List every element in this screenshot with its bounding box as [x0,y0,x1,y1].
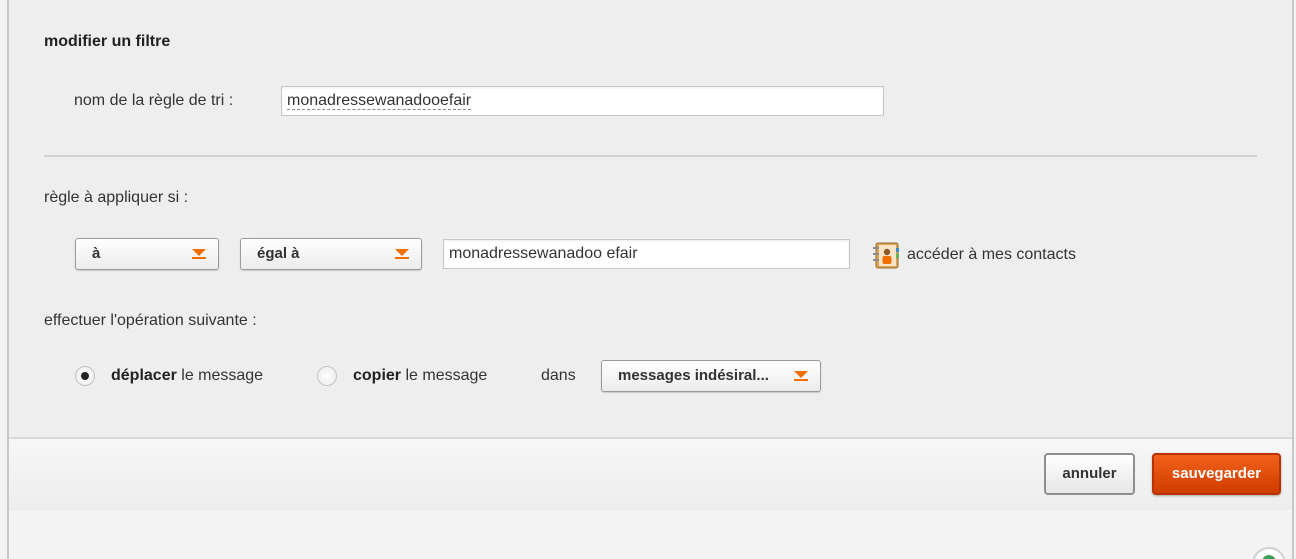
copy-option-text: le message [401,367,488,384]
rule-name-label: nom de la règle de tri : [74,92,234,109]
action-label: effectuer l'opération suivante : [44,312,257,329]
folder-select[interactable]: messages indésiral... [601,360,821,392]
copy-radio[interactable] [317,366,337,386]
condition-field-value: à [92,245,101,262]
move-option[interactable]: déplacer le message [75,366,263,386]
rule-name-input[interactable]: monadressewanadooefair [281,86,884,116]
condition-field-select[interactable]: à [75,238,219,270]
contacts-link-label[interactable]: accéder à mes contacts [907,246,1076,264]
condition-operator-value: égal à [257,245,300,262]
address-book-icon[interactable] [871,240,901,270]
condition-value-text: monadressewanadoo efair [449,245,638,262]
folder-select-value: messages indésiral... [618,367,769,384]
chevron-down-icon [192,249,206,259]
condition-label: règle à appliquer si : [44,189,189,206]
move-option-text: le message [176,367,264,384]
chevron-down-icon [395,249,409,259]
filter-dialog: modifier un filtre nom de la règle de tr… [7,0,1294,559]
condition-operator-select[interactable]: égal à [240,238,422,270]
move-option-bold: déplacer [111,367,177,384]
copy-option-bold: copier [353,367,402,384]
divider [44,155,1257,157]
filter-form-panel: modifier un filtre nom de la règle de tr… [9,0,1292,437]
move-radio[interactable] [75,366,95,386]
cancel-button[interactable]: annuler [1044,453,1135,495]
chevron-down-icon [794,371,808,381]
condition-value-input[interactable]: monadressewanadoo efair [443,239,850,269]
save-button[interactable]: sauvegarder [1152,453,1281,495]
rule-name-value: monadressewanadooefair [287,92,472,110]
copy-option[interactable]: copier le message [317,366,487,386]
in-folder-label: dans [541,367,576,384]
footer-spacer [9,510,1292,559]
contacts-link[interactable]: accéder à mes contacts [871,240,1076,270]
page-title: modifier un filtre [44,33,171,50]
